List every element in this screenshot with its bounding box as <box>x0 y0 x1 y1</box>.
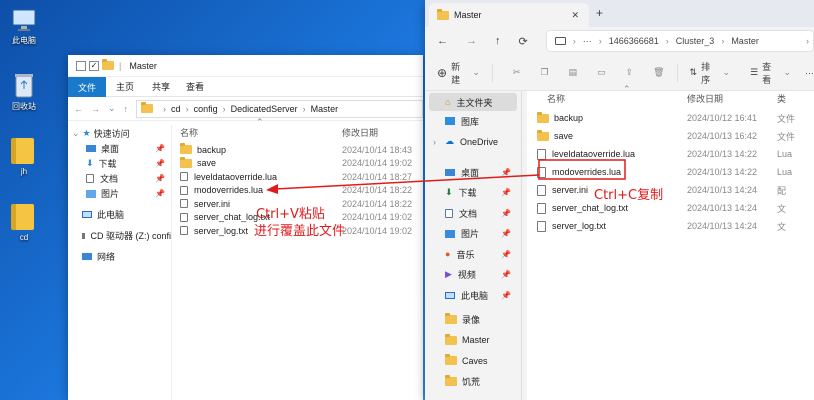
annotation-arrow-line <box>274 174 540 190</box>
annotation-copy: Ctrl+C复制 <box>594 188 664 203</box>
annotation-overwrite: 进行覆盖此文件 <box>254 224 346 239</box>
annotation-overlay <box>266 159 626 194</box>
annotation-arrow-head <box>266 184 278 194</box>
highlight-box <box>538 159 626 180</box>
